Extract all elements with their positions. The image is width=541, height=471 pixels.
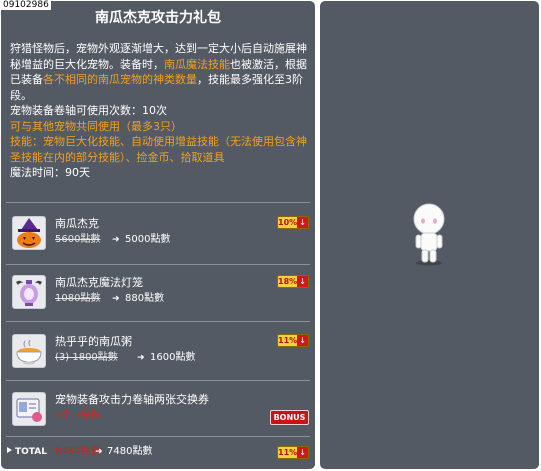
package-item[interactable]: 热乎乎的南瓜粥 (3) 1800點數 ➜ 1600點數 11% ↓ [0,334,316,384]
discount-badge: 11% ↓ [277,446,309,459]
scroll-uses-line: 宠物装备卷轴可使用次数：10次 [10,104,167,117]
item-name: 宠物装备攻击力卷轴两张交换券 [55,393,209,406]
discount-text: 18% [278,277,298,286]
down-arrow-icon: ↓ [297,217,308,228]
magic-time-line: 魔法时间：90天 [10,166,90,179]
share-note-line: 可与其他宠物共同使用（最多3只） [10,119,182,133]
item-original-price: 1080點數 [55,293,101,304]
item-name: 南瓜杰克魔法灯笼 [55,276,143,289]
discount-badge: 10% ↓ [277,216,309,229]
magic-lantern-icon [12,275,46,309]
item-name: 热乎乎的南瓜粥 [55,335,132,348]
item-sale-price: 880點數 [125,293,165,304]
price-arrow-icon: ➜ [112,235,120,245]
divider [6,264,310,265]
total-label: TOTAL [15,447,47,457]
item-sale-price: 5000點數 [125,234,171,245]
description-highlight: 各不相同的南瓜宠物的神类数量 [43,73,197,86]
discount-badge: 18% ↓ [277,275,309,288]
package-description: 狩猎怪物后，宠物外观逐渐增大，达到一定大小后自动施展神秘增益的巨大化宠物。装备时… [10,41,310,181]
down-arrow-icon: ↓ [297,447,308,458]
price-arrow-icon: ➜ [95,447,103,457]
divider [6,436,310,437]
character-preview-panel [320,1,539,469]
character-preview-icon [413,203,445,266]
description-paragraph: 狩猎怪物后，宠物外观逐渐增大，达到一定大小后自动施展神秘增益的巨大化宠物。装备时… [10,41,310,103]
package-item[interactable]: 南瓜杰克 5600點數 ➜ 5000點數 10% ↓ [0,216,316,266]
item-original-price: (3) 1800點數 [55,352,118,363]
description-highlight: 南瓜魔法技能 [164,57,230,71]
scroll-voucher-icon [12,392,46,426]
down-arrow-icon: ↓ [297,335,308,346]
item-quantity-price: 3个 1點數 [55,410,101,421]
item-original-price: 5600點數 [55,234,101,245]
item-sale-price: 1600點數 [150,352,196,363]
price-arrow-icon: ➜ [137,353,145,363]
package-title: 南瓜杰克攻击力礼包 [95,10,221,26]
pumpkin-jack-icon [12,216,46,250]
down-arrow-icon: ↓ [297,276,308,287]
discount-text: 11% [278,336,298,345]
discount-text: 11% [278,448,298,457]
total-sale-price: 7480點數 [107,446,153,457]
total-original-price: 8480點數 [55,446,101,457]
package-item[interactable]: 南瓜杰克魔法灯笼 1080點數 ➜ 880點數 18% ↓ [0,275,316,325]
discount-badge: 11% ↓ [277,334,309,347]
item-name: 南瓜杰克 [55,217,99,230]
package-item[interactable]: 宠物装备攻击力卷轴两张交换券 3个 1點數 [0,392,316,442]
total-row: TOTAL 8480點數 ➜ 7480點數 11% ↓ [0,444,316,460]
skills-line: 技能：宠物巨大化技能、自动使用增益技能（无法使用包含神圣技能在内的部分技能）、捡… [10,135,307,164]
divider [6,321,310,322]
divider [6,202,310,203]
bonus-badge: BONUS [270,410,309,425]
price-arrow-icon: ➜ [112,294,120,304]
bullet-icon [7,447,12,453]
divider [6,380,310,381]
discount-text: 10% [278,218,298,227]
pumpkin-porridge-icon [12,334,46,368]
